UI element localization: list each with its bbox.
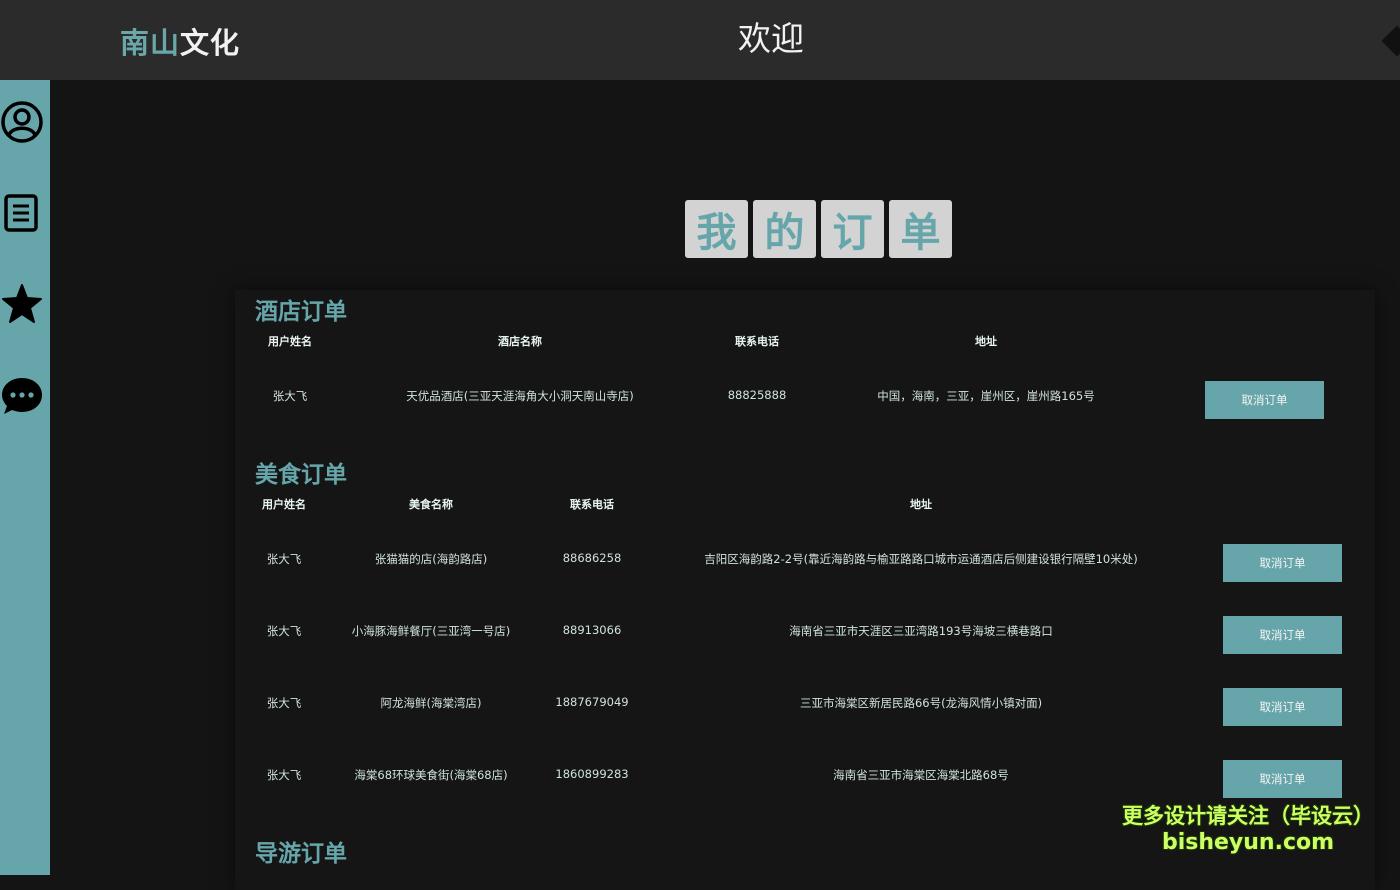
hotel-row-name: 天优品酒店(三亚天涯海角大小洞天南山寺店) bbox=[406, 389, 634, 403]
star-icon[interactable] bbox=[0, 282, 44, 326]
welcome-text: 欢迎 bbox=[738, 19, 804, 58]
food-row-address: 海南省三亚市海棠区海棠北路68号 bbox=[833, 768, 1009, 782]
food-row-name: 海棠68环球美食街(海棠68店) bbox=[354, 768, 508, 782]
food-row-phone: 88913066 bbox=[562, 623, 622, 637]
watermark: 更多设计请关注（毕设云） bisheyun.com bbox=[1122, 800, 1374, 855]
page-title: 我 的 订 单 bbox=[685, 200, 952, 258]
cancel-order-button[interactable]: 取消订单 bbox=[1223, 688, 1342, 726]
hotel-row-address: 中国，海南，三亚，崖州区，崖州路165号 bbox=[877, 389, 1095, 403]
title-char: 我 bbox=[685, 200, 748, 258]
food-row-user: 张大飞 bbox=[266, 768, 302, 782]
hotel-row-user: 张大飞 bbox=[272, 389, 308, 403]
food-col-name: 美食名称 bbox=[409, 498, 453, 511]
food-row-phone: 1887679049 bbox=[555, 695, 629, 709]
cancel-order-button[interactable]: 取消订单 bbox=[1223, 760, 1342, 798]
hotel-col-phone: 联系电话 bbox=[735, 335, 779, 348]
title-char: 订 bbox=[821, 200, 884, 258]
food-row-address: 三亚市海棠区新居民路66号(龙海风情小镇对面) bbox=[799, 696, 1043, 710]
hotel-col-user: 用户姓名 bbox=[268, 335, 312, 348]
document-icon[interactable] bbox=[0, 191, 44, 235]
food-row-user: 张大飞 bbox=[266, 552, 302, 566]
food-row-user: 张大飞 bbox=[266, 624, 302, 638]
food-row-address: 吉阳区海韵路2-2号(靠近海韵路与榆亚路路口城市运通酒店后侧建设银行隔壁10米处… bbox=[704, 552, 1138, 566]
chat-icon[interactable] bbox=[0, 374, 44, 418]
food-row-phone: 1860899283 bbox=[555, 767, 629, 781]
cancel-order-button[interactable]: 取消订单 bbox=[1205, 381, 1324, 419]
hotel-section-title: 酒店订单 bbox=[255, 299, 347, 325]
food-row-name: 张猫猫的店(海韵路店) bbox=[374, 552, 488, 566]
food-row-name: 阿龙海鲜(海棠湾店) bbox=[380, 696, 482, 710]
hotel-row-phone: 88825888 bbox=[727, 388, 787, 402]
food-row-name: 小海豚海鲜餐厅(三亚湾一号店) bbox=[351, 624, 511, 638]
user-icon[interactable] bbox=[0, 100, 44, 144]
watermark-line2: bisheyun.com bbox=[1161, 830, 1335, 855]
food-row-address: 海南省三亚市天涯区三亚湾路193号海坡三横巷路口 bbox=[789, 624, 1053, 638]
watermark-line1: 更多设计请关注（毕设云） bbox=[1122, 804, 1374, 828]
title-char: 单 bbox=[889, 200, 952, 258]
food-section-title: 美食订单 bbox=[255, 462, 347, 488]
guide-section-title: 导游订单 bbox=[255, 841, 347, 867]
sidebar bbox=[0, 80, 50, 875]
title-char: 的 bbox=[753, 200, 816, 258]
main-content: 我 的 订 单 酒店订单 用户姓名 酒店名称 联系电话 地址 张大飞 天优品酒店… bbox=[50, 80, 1400, 890]
food-row-phone: 88686258 bbox=[562, 551, 622, 565]
cancel-order-button[interactable]: 取消订单 bbox=[1223, 616, 1342, 654]
cancel-order-button[interactable]: 取消订单 bbox=[1223, 544, 1342, 582]
food-row-user: 张大飞 bbox=[266, 696, 302, 710]
food-col-user: 用户姓名 bbox=[262, 498, 306, 511]
food-col-address: 地址 bbox=[910, 498, 932, 511]
food-col-phone: 联系电话 bbox=[570, 498, 614, 511]
hotel-col-address: 地址 bbox=[975, 335, 997, 348]
hotel-col-name: 酒店名称 bbox=[498, 335, 542, 348]
top-bar: 南山文化 欢迎 bbox=[0, 0, 1400, 80]
